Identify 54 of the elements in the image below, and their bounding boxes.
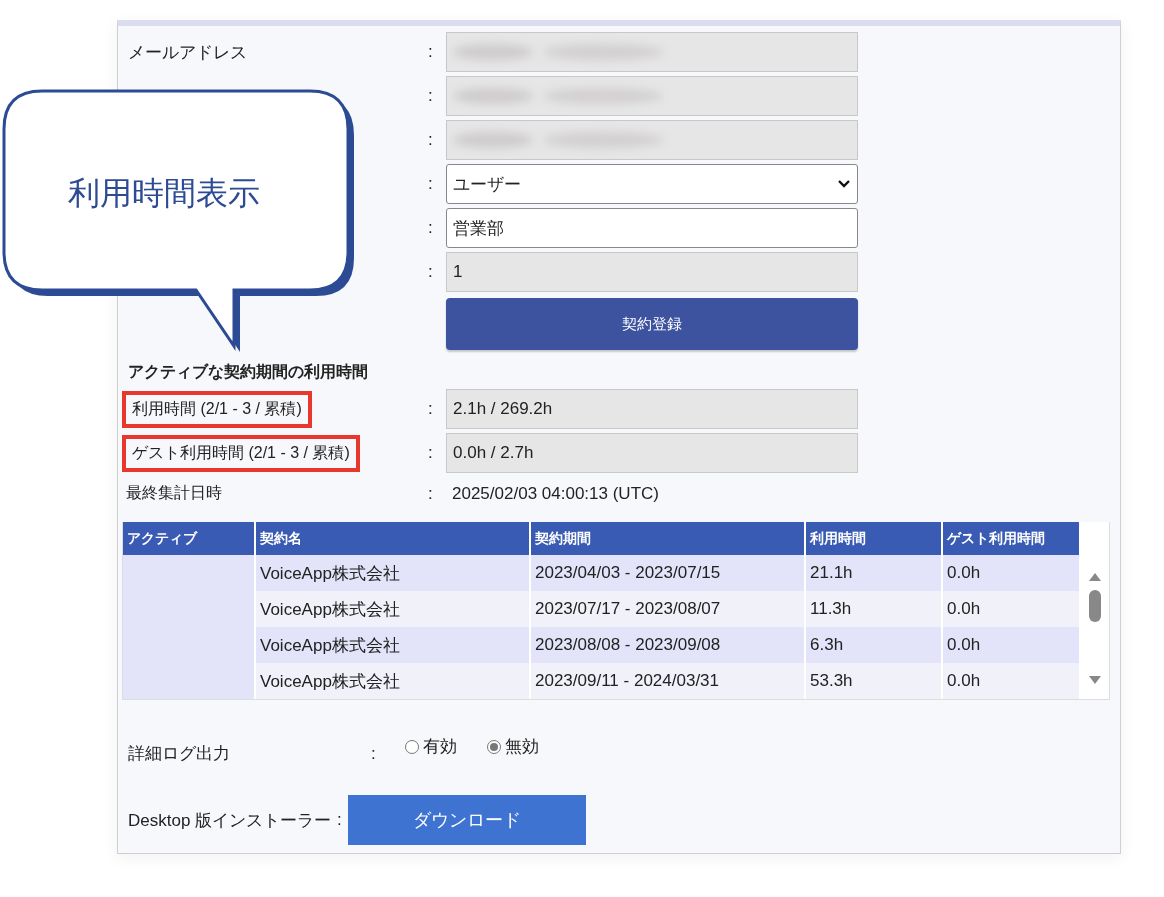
table-cell: 2023/07/17 - 2023/08/07 bbox=[531, 591, 806, 627]
table-cell: 53.3h bbox=[806, 663, 943, 699]
field-label: ゲスト利用時間 (2/1 - 3 / 累積) bbox=[122, 434, 360, 472]
field-label: 詳細ログ出力 bbox=[128, 743, 231, 765]
table-cell: 11.3h bbox=[806, 591, 943, 627]
column-header: 契約期間 bbox=[531, 522, 806, 555]
colon: : bbox=[428, 262, 433, 281]
column-header: 契約名 bbox=[256, 522, 531, 555]
field-label: 最終集計日時 bbox=[125, 483, 223, 503]
table-cell: 6.3h bbox=[806, 627, 943, 663]
field-value: 2025/02/03 04:00:13 (UTC) bbox=[451, 482, 660, 505]
radio-option[interactable]: 有効 bbox=[405, 735, 457, 758]
callout-text: 利用時間表示 bbox=[68, 174, 260, 213]
field-label: Desktop 版インストーラー bbox=[128, 809, 332, 832]
colon: : bbox=[428, 86, 433, 105]
colon: : bbox=[428, 483, 433, 503]
table-cell: 0.0h bbox=[943, 555, 1081, 591]
download-button[interactable]: ダウンロード bbox=[347, 795, 586, 845]
register-button[interactable]: 契約登録 bbox=[446, 298, 858, 350]
table-cell: VoiceApp株式会社 bbox=[256, 591, 531, 627]
colon: : bbox=[428, 174, 433, 193]
table-cell: 0.0h bbox=[943, 591, 1081, 627]
scrollbar-thumb[interactable] bbox=[1089, 590, 1101, 622]
colon: : bbox=[371, 743, 377, 764]
readonly-field: 0.0h / 2.7h bbox=[446, 433, 858, 473]
colon: : bbox=[428, 218, 433, 237]
colon: : bbox=[337, 810, 342, 830]
table-cell: VoiceApp株式会社 bbox=[256, 555, 531, 591]
colon: : bbox=[428, 42, 433, 61]
readonly-field: 2.1h / 269.2h bbox=[446, 389, 858, 429]
colon: : bbox=[428, 443, 433, 462]
table-cell: 21.1h bbox=[806, 555, 943, 591]
scroll-up-icon[interactable] bbox=[1088, 572, 1102, 582]
field-label: 利用時間 (2/1 - 3 / 累積) bbox=[122, 390, 312, 428]
table-cell: 0.0h bbox=[943, 627, 1081, 663]
table-cell: 0.0h bbox=[943, 663, 1081, 699]
colon: : bbox=[428, 399, 433, 418]
table-cell: 2023/09/11 - 2024/03/31 bbox=[531, 663, 806, 699]
column-header: 利用時間 bbox=[806, 522, 943, 555]
column-header: アクティブ bbox=[123, 522, 256, 555]
select-field[interactable]: ユーザー bbox=[446, 164, 858, 204]
readonly-field: 1 bbox=[446, 252, 858, 292]
column-header: ゲスト利用時間 bbox=[943, 522, 1081, 555]
field-label: メールアドレス bbox=[128, 42, 247, 62]
table-cell: 2023/04/03 - 2023/07/15 bbox=[531, 555, 806, 591]
scroll-down-icon[interactable] bbox=[1088, 675, 1102, 685]
colon: : bbox=[428, 130, 433, 149]
table-cell: VoiceApp株式会社 bbox=[256, 663, 531, 699]
table-cell: 2023/08/08 - 2023/09/08 bbox=[531, 627, 806, 663]
input-field[interactable]: 営業部 bbox=[446, 208, 858, 248]
table-cell: VoiceApp株式会社 bbox=[256, 627, 531, 663]
section-heading: アクティブな契約期間の利用時間 bbox=[128, 362, 369, 383]
radio-option[interactable]: 無効 bbox=[487, 735, 539, 758]
chevron-down-icon bbox=[837, 179, 851, 189]
